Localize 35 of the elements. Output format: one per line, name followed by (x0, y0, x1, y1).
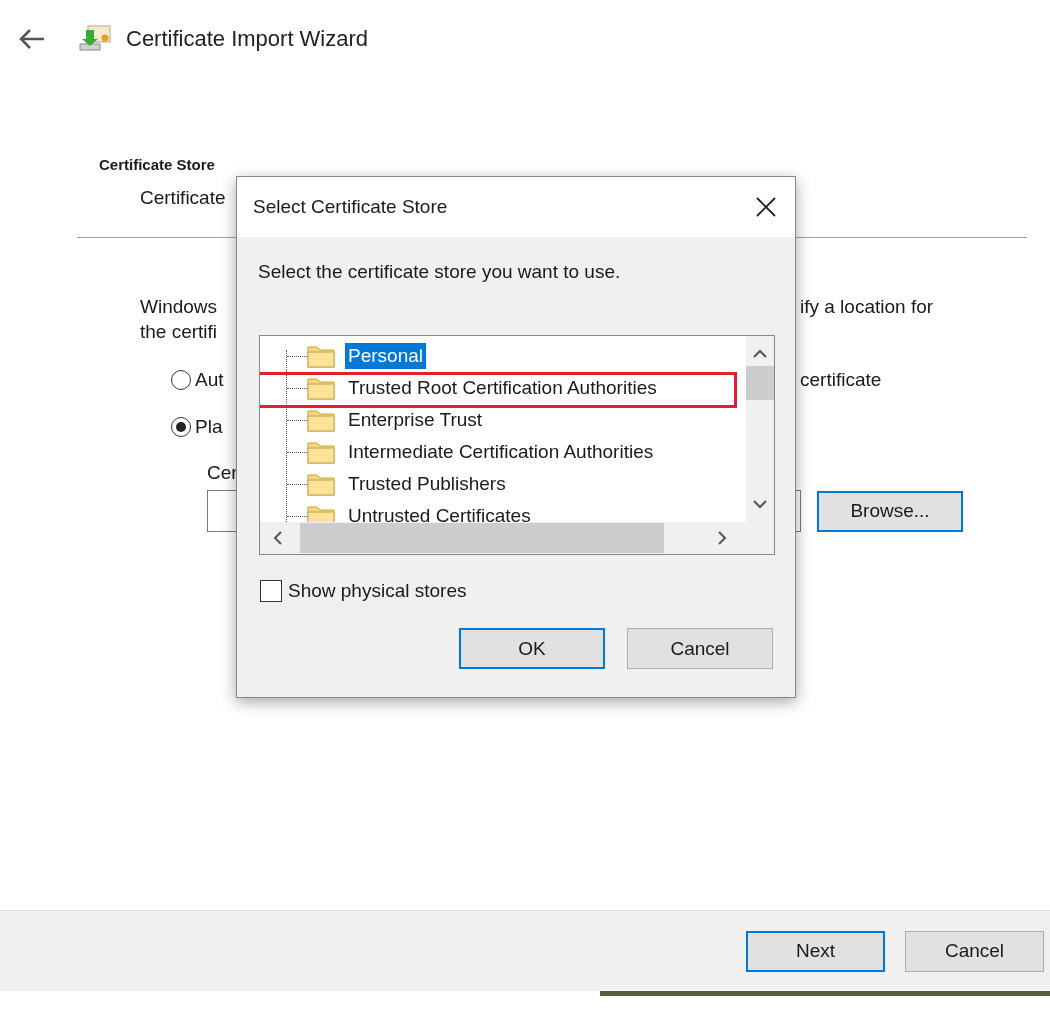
folder-icon (307, 504, 335, 522)
scrollbar-thumb[interactable] (300, 523, 664, 553)
back-arrow-icon[interactable] (18, 27, 46, 51)
description-text: the certifi (139, 321, 219, 343)
tree-item[interactable]: Trusted Root Certification Authorities (345, 375, 660, 401)
folder-icon (307, 344, 335, 368)
dialog-title: Select Certificate Store (253, 196, 448, 218)
folder-icon (307, 440, 335, 464)
scrollbar-thumb[interactable] (746, 366, 774, 400)
dialog-prompt: Select the certificate store you want to use. (258, 261, 622, 283)
wizard-title: Certificate Import Wizard (126, 26, 369, 52)
radio-option-text: certificate (799, 369, 883, 391)
description-text: Windows (139, 296, 219, 318)
folder-icon (307, 408, 335, 432)
description-text: ify a location for (799, 296, 935, 318)
cancel-button[interactable]: Cancel (905, 930, 1044, 972)
tree-item[interactable]: Untrusted Certificates (345, 503, 534, 522)
close-icon[interactable] (755, 196, 777, 218)
tree-item[interactable]: Intermediate Certification Authorities (345, 439, 657, 465)
certificate-icon (78, 24, 112, 54)
radio-option[interactable]: Pla (171, 416, 223, 438)
ok-button[interactable]: OK (459, 628, 605, 669)
next-button[interactable]: Next (746, 930, 885, 972)
tree-item[interactable]: Trusted Publishers (345, 471, 509, 497)
section-title: Certificate Store (99, 156, 216, 173)
physical-stores-checkbox[interactable]: Show physical stores (260, 580, 467, 602)
radio-option[interactable]: Aut (171, 369, 224, 391)
cancel-button[interactable]: Cancel (627, 628, 773, 669)
folder-icon (307, 376, 335, 400)
folder-icon (307, 472, 335, 496)
tree-item[interactable]: Enterprise Trust (345, 407, 486, 433)
browse-button[interactable]: Browse... (817, 490, 963, 532)
tree-item[interactable]: Personal (345, 343, 426, 369)
field-label: Cer (207, 462, 238, 484)
section-subtitle: Certificate (140, 187, 226, 209)
